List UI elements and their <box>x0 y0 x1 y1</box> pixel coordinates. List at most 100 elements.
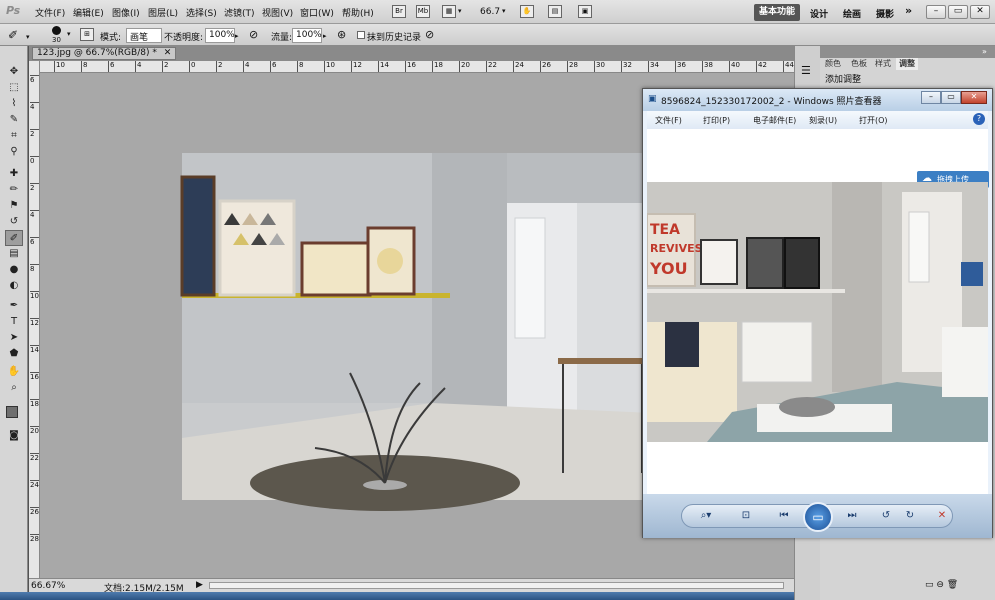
lasso-tool-icon[interactable]: ⌇ <box>5 96 23 112</box>
chevron-down-icon[interactable]: ▾ <box>502 7 506 15</box>
menu-bar: Ps 文件(F) 编辑(E) 图像(I) 图层(L) 选择(S) 滤镜(T) 视… <box>0 0 995 24</box>
viewer-menu-file[interactable]: 文件(F) <box>655 115 682 126</box>
mode-select[interactable]: 画笔 <box>126 28 162 43</box>
hand-icon[interactable]: ✋ <box>520 5 534 18</box>
move-tool-icon[interactable]: ✥ <box>5 64 23 80</box>
hand-tool-icon[interactable]: ✋ <box>5 364 23 380</box>
tab-color[interactable]: 颜色 <box>822 58 844 70</box>
horizontal-scrollbar[interactable] <box>209 582 784 589</box>
tab-adjustments[interactable]: 调整 <box>896 58 918 70</box>
photo-viewer-window[interactable]: ▣ 8596824_152330172002_2 - Windows 照片查看器… <box>642 88 993 538</box>
eraser-tool-icon[interactable]: ✐ <box>8 28 18 42</box>
previous-icon[interactable]: ⏮ <box>773 507 795 525</box>
viewer-menu-open[interactable]: 打开(O) <box>859 115 888 126</box>
viewer-title-bar[interactable]: ▣ 8596824_152330172002_2 - Windows 照片查看器… <box>643 89 992 111</box>
document-tab[interactable]: 123.jpg @ 66.7%(RGB/8) * ✕ <box>32 47 177 60</box>
viewer-maximize-button[interactable]: ▭ <box>941 91 961 104</box>
eraser-tool-icon[interactable]: ✐ <box>5 230 23 246</box>
menu-edit[interactable]: 编辑(E) <box>73 6 104 19</box>
rotate-counterclockwise-icon[interactable]: ↺ <box>875 507 897 525</box>
close-button[interactable]: ✕ <box>970 5 990 19</box>
workspace-design[interactable]: 设计 <box>810 7 828 20</box>
chevron-right-icon[interactable]: ▶ <box>196 580 203 590</box>
flow-input[interactable]: 100% <box>292 28 322 43</box>
chevron-down-icon[interactable]: ▾ <box>458 7 462 15</box>
chevron-down-icon[interactable]: ▾ <box>67 30 71 38</box>
stamp-tool-icon[interactable]: ⚑ <box>5 198 23 214</box>
pressure-opacity-icon[interactable]: ⊘ <box>249 28 258 41</box>
menu-image[interactable]: 图像(I) <box>112 6 140 19</box>
rotate-clockwise-icon[interactable]: ↻ <box>899 507 921 525</box>
menu-filter[interactable]: 滤镜(T) <box>224 6 255 19</box>
history-brush-tool-icon[interactable]: ↺ <box>5 214 23 230</box>
type-tool-icon[interactable]: T <box>5 314 23 330</box>
actual-size-icon[interactable]: ⊡ <box>735 507 757 525</box>
blur-tool-icon[interactable]: ● <box>5 262 23 278</box>
viewer-menu-burn[interactable]: 刻录(U) <box>809 115 837 126</box>
crop-tool-icon[interactable]: ⌗ <box>5 128 23 144</box>
menu-select[interactable]: 选择(S) <box>186 6 217 19</box>
view-extras-icon[interactable]: ▦ <box>442 5 456 18</box>
panel-footer-icons[interactable]: ▭ ⊖ 🗑 <box>925 580 958 590</box>
mini-bridge-icon[interactable]: Mb <box>416 5 430 18</box>
ruler-tick-label: 20 <box>30 426 39 435</box>
ruler-tick-label: 14 <box>30 345 39 354</box>
foreground-color-swatch[interactable] <box>6 406 18 418</box>
brush-tool-icon[interactable]: ✏ <box>5 182 23 198</box>
minimize-button[interactable]: – <box>926 5 946 19</box>
chevron-down-icon[interactable]: ▾ <box>26 33 30 41</box>
pressure-size-icon[interactable]: ⊘ <box>425 28 434 41</box>
erase-history-checkbox[interactable] <box>357 31 365 39</box>
bridge-icon[interactable]: Br <box>392 5 406 18</box>
arrange-documents-icon[interactable]: ▤ <box>548 5 562 18</box>
workspace-painting[interactable]: 绘画 <box>843 7 861 20</box>
menu-window[interactable]: 窗口(W) <box>300 6 334 19</box>
viewer-minimize-button[interactable]: – <box>921 91 941 104</box>
viewer-photo[interactable]: TEA REVIVES YOU <box>647 182 988 442</box>
help-icon[interactable]: ? <box>973 113 985 125</box>
next-icon[interactable]: ⏭ <box>841 507 863 525</box>
healing-brush-tool-icon[interactable]: ✚ <box>5 166 23 182</box>
close-tab-icon[interactable]: ✕ <box>164 48 172 58</box>
screen-mode-icon[interactable]: ▣ <box>578 5 592 18</box>
marquee-tool-icon[interactable]: ⬚ <box>5 80 23 96</box>
viewer-menu-email[interactable]: 电子邮件(E) <box>753 115 796 126</box>
zoom-icon[interactable]: ⌕▾ <box>695 507 717 525</box>
path-select-tool-icon[interactable]: ➤ <box>5 330 23 346</box>
gradient-tool-icon[interactable]: ▤ <box>5 246 23 262</box>
collapse-panel-icon[interactable]: » <box>982 47 987 56</box>
zoom-level[interactable]: 66.7 <box>480 7 500 17</box>
collapsed-panel-icon[interactable]: ☰ <box>801 64 811 77</box>
shape-tool-icon[interactable]: ⬟ <box>5 346 23 362</box>
chevron-right-icon[interactable]: ▸ <box>235 32 239 40</box>
menu-view[interactable]: 视图(V) <box>262 6 293 19</box>
pen-tool-icon[interactable]: ✒ <box>5 298 23 314</box>
ruler-tick-label: 2 <box>30 183 39 192</box>
svg-text:REVIVES: REVIVES <box>650 242 703 255</box>
ruler-tick-label: 28 <box>30 534 39 543</box>
brush-panel-icon[interactable]: ⊞ <box>80 28 94 41</box>
brush-preview-icon[interactable] <box>52 26 61 35</box>
workspace-photography[interactable]: 摄影 <box>876 7 894 20</box>
restore-button[interactable]: ▭ <box>948 5 968 19</box>
viewer-menu-print[interactable]: 打印(P) <box>703 115 730 126</box>
viewer-close-button[interactable]: ✕ <box>961 91 987 104</box>
menu-file[interactable]: 文件(F) <box>35 6 65 19</box>
workspace-more[interactable]: » <box>905 4 912 17</box>
quick-select-tool-icon[interactable]: ✎ <box>5 112 23 128</box>
quick-mask-icon[interactable]: ◙ <box>5 428 23 444</box>
menu-layer[interactable]: 图层(L) <box>148 6 178 19</box>
zoom-tool-icon[interactable]: ⌕ <box>5 380 23 396</box>
tab-swatches[interactable]: 色板 <box>848 58 870 70</box>
menu-help[interactable]: 帮助(H) <box>342 6 374 19</box>
delete-icon[interactable]: ✕ <box>931 507 953 525</box>
airbrush-icon[interactable]: ⊛ <box>337 28 346 41</box>
slideshow-icon[interactable]: ▭ <box>803 502 833 532</box>
zoom-readout[interactable]: 66.67% <box>31 581 65 591</box>
eyedropper-tool-icon[interactable]: ⚲ <box>5 144 23 160</box>
chevron-right-icon[interactable]: ▸ <box>323 32 327 40</box>
tab-styles[interactable]: 样式 <box>872 58 894 70</box>
workspace-basic[interactable]: 基本功能 <box>754 4 800 21</box>
dodge-tool-icon[interactable]: ◐ <box>5 278 23 294</box>
opacity-input[interactable]: 100% <box>205 28 235 43</box>
